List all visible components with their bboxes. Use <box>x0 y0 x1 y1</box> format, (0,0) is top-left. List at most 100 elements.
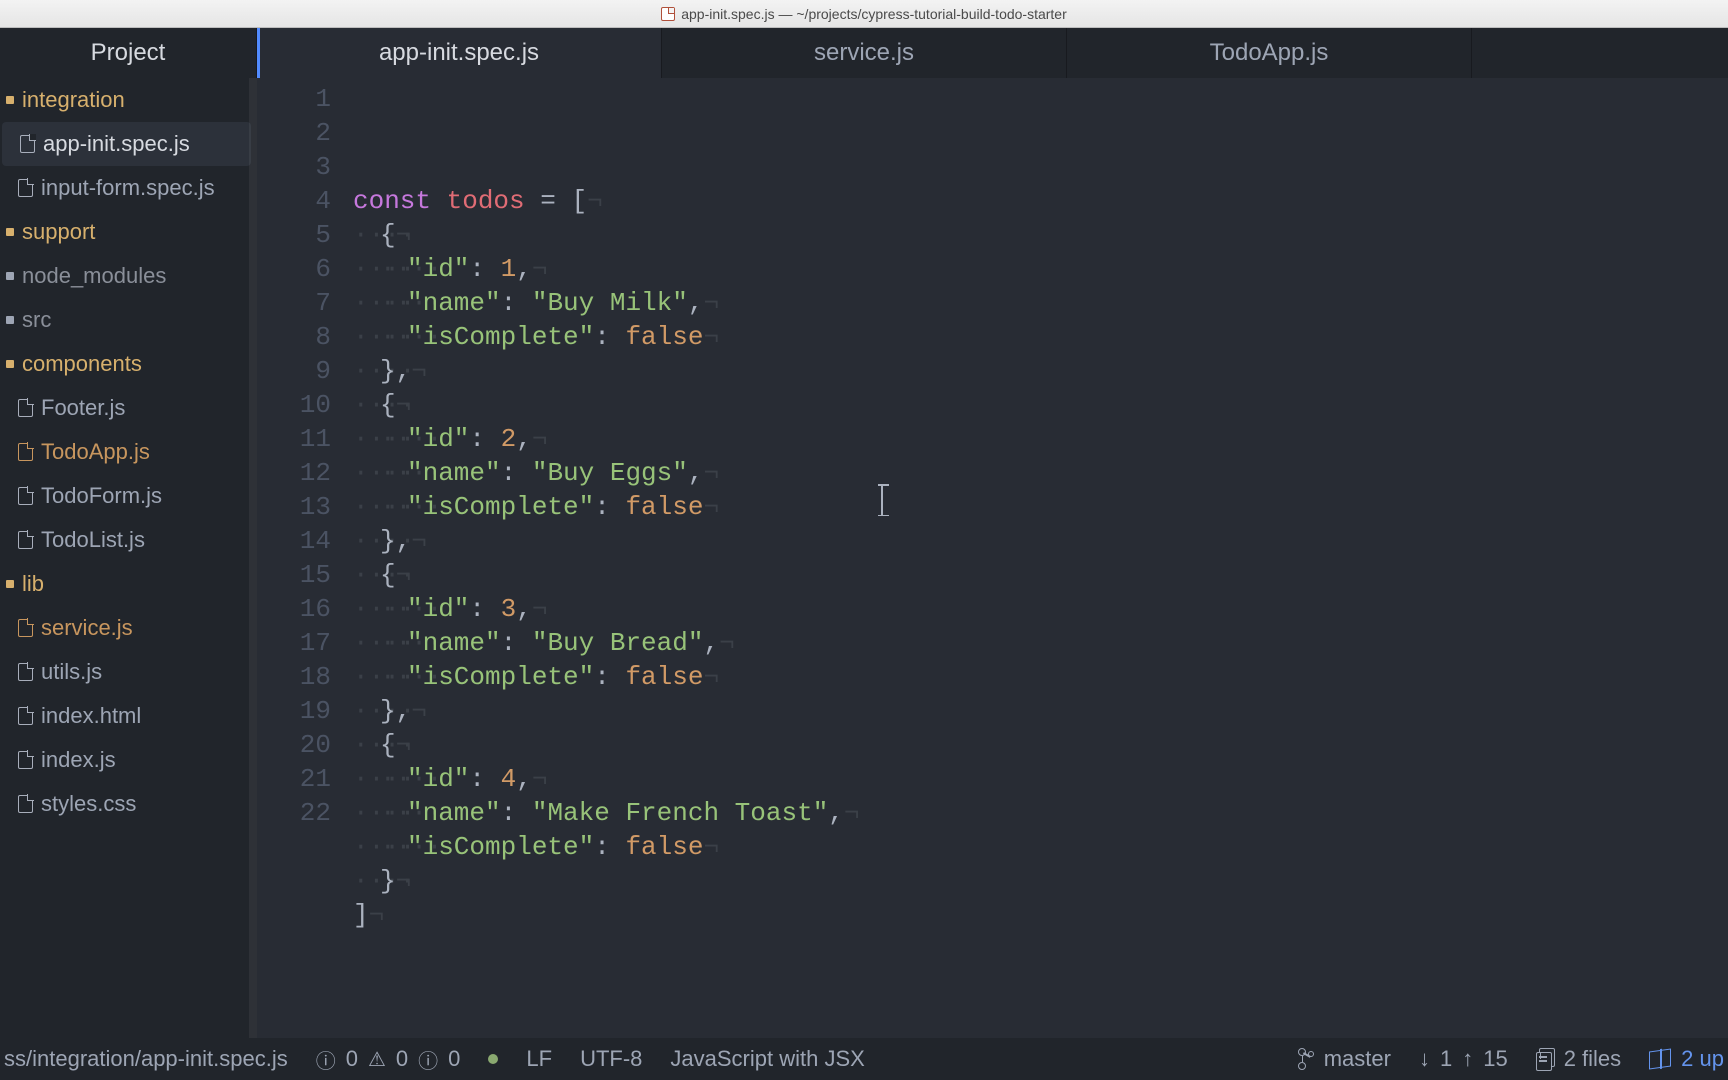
line-number: 16 <box>257 592 353 626</box>
tree-file[interactable]: TodoList.js <box>0 518 257 562</box>
project-panel-tab[interactable]: Project <box>0 28 257 78</box>
project-tree[interactable]: integration app-init.spec.js input-form.sp… <box>0 78 257 1038</box>
tree-item-label: src <box>22 307 51 333</box>
file-icon <box>18 751 33 769</box>
line-number: 6 <box>257 252 353 286</box>
line-number: 2 <box>257 116 353 150</box>
code-editor[interactable]: 12345678910111213141516171819202122 cons… <box>257 78 1728 1038</box>
file-icon <box>18 399 33 417</box>
arrow-up-icon: ↑ <box>1462 1046 1473 1072</box>
tree-file[interactable]: app-init.spec.js <box>2 122 251 166</box>
code-line[interactable]: ····}¬ <box>353 864 860 898</box>
tree-file[interactable]: utils.js <box>0 650 257 694</box>
line-number: 15 <box>257 558 353 592</box>
status-path[interactable]: ss/integration/app-init.spec.js <box>4 1046 288 1072</box>
code-content[interactable]: const todos = [¬····{¬········"id": 1,¬·… <box>353 78 860 1038</box>
folder-icon <box>6 316 14 324</box>
tree-item-label: app-init.spec.js <box>43 131 190 157</box>
code-line[interactable]: ········"isComplete": false¬ <box>353 660 860 694</box>
tree-item-label: TodoForm.js <box>41 483 162 509</box>
tree-file[interactable]: Footer.js <box>0 386 257 430</box>
tab-app-init-spec[interactable]: app-init.spec.js <box>257 28 662 78</box>
tree-file[interactable]: index.js <box>0 738 257 782</box>
code-line[interactable]: ········"isComplete": false¬ <box>353 320 860 354</box>
line-number: 21 <box>257 762 353 796</box>
line-number: 18 <box>257 660 353 694</box>
status-path-text: ss/integration/app-init.spec.js <box>4 1046 288 1072</box>
status-line-ending[interactable]: LF <box>526 1046 552 1072</box>
line-number: 9 <box>257 354 353 388</box>
window-title: app-init.spec.js — ~/projects/cypress-tu… <box>681 6 1067 22</box>
tree-folder[interactable]: support <box>0 210 257 254</box>
code-line[interactable]: ········"id": 2,¬ <box>353 422 860 456</box>
tree-folder[interactable]: lib <box>0 562 257 606</box>
tree-file[interactable]: input-form.spec.js <box>0 166 257 210</box>
code-line[interactable]: ········"name": "Buy Eggs",¬ <box>353 456 860 490</box>
code-line[interactable]: ····},¬ <box>353 354 860 388</box>
tree-folder[interactable]: integration <box>0 78 257 122</box>
line-number: 19 <box>257 694 353 728</box>
status-branch-name: master <box>1324 1046 1391 1072</box>
tree-file[interactable]: styles.css <box>0 782 257 826</box>
workspace: integration app-init.spec.js input-form.sp… <box>0 78 1728 1038</box>
code-line[interactable]: ····{¬ <box>353 218 860 252</box>
clean-dot-icon <box>488 1054 498 1064</box>
folder-icon <box>6 96 14 104</box>
code-line[interactable]: ········"name": "Make French Toast",¬ <box>353 796 860 830</box>
status-encoding-text: UTF-8 <box>580 1046 642 1072</box>
file-icon <box>18 487 33 505</box>
file-icon <box>18 663 33 681</box>
code-line[interactable]: ····},¬ <box>353 524 860 558</box>
file-icon <box>18 179 33 197</box>
text-cursor-icon <box>881 484 883 516</box>
tree-folder[interactable]: node_modules <box>0 254 257 298</box>
code-line[interactable]: ········"name": "Buy Bread",¬ <box>353 626 860 660</box>
files-icon <box>1536 1048 1554 1070</box>
tree-file[interactable]: index.html <box>0 694 257 738</box>
code-line[interactable]: ····{¬ <box>353 558 860 592</box>
code-line[interactable]: ········"isComplete": false¬ <box>353 830 860 864</box>
status-changed-files[interactable]: 2 files <box>1536 1046 1621 1072</box>
status-info: 0 <box>448 1046 460 1072</box>
arrow-down-icon: ↓ <box>1419 1046 1430 1072</box>
tree-item-label: input-form.spec.js <box>41 175 215 201</box>
code-line[interactable]: ········"id": 1,¬ <box>353 252 860 286</box>
tree-item-label: service.js <box>41 615 133 641</box>
status-diagnostics[interactable]: ⓘ 0 ⚠ 0 ⓘ 0 <box>316 1045 461 1074</box>
code-line[interactable]: ]¬ <box>353 898 860 932</box>
tree-file[interactable]: service.js <box>0 606 257 650</box>
status-updates[interactable]: 2 up <box>1649 1046 1724 1072</box>
code-line[interactable]: ····},¬ <box>353 694 860 728</box>
code-line[interactable]: ········"id": 3,¬ <box>353 592 860 626</box>
tree-item-label: styles.css <box>41 791 136 817</box>
folder-icon <box>6 228 14 236</box>
tree-folder[interactable]: src <box>0 298 257 342</box>
status-bar: ss/integration/app-init.spec.js ⓘ 0 ⚠ 0 … <box>0 1038 1728 1080</box>
status-git-ahead-behind[interactable]: ↓ 1 ↑ 15 <box>1419 1046 1508 1072</box>
tree-item-label: index.js <box>41 747 116 773</box>
code-line[interactable]: ········"name": "Buy Milk",¬ <box>353 286 860 320</box>
info-icon: ⓘ <box>418 1045 438 1074</box>
tree-folder[interactable]: components <box>0 342 257 386</box>
status-warnings: 0 <box>396 1046 408 1072</box>
line-number: 3 <box>257 150 353 184</box>
status-encoding[interactable]: UTF-8 <box>580 1046 642 1072</box>
code-line[interactable]: ········"id": 4,¬ <box>353 762 860 796</box>
file-icon <box>20 135 35 153</box>
line-number: 17 <box>257 626 353 660</box>
package-icon <box>1649 1048 1671 1069</box>
project-panel-label: Project <box>91 39 166 67</box>
code-line[interactable]: ········"isComplete": false¬ <box>353 490 860 524</box>
code-line[interactable]: ····{¬ <box>353 728 860 762</box>
tree-file[interactable]: TodoApp.js <box>0 430 257 474</box>
status-git-branch[interactable]: master <box>1298 1046 1391 1072</box>
code-line[interactable]: ····{¬ <box>353 388 860 422</box>
tree-file[interactable]: TodoForm.js <box>0 474 257 518</box>
tree-item-label: TodoList.js <box>41 527 145 553</box>
tree-item-label: utils.js <box>41 659 102 685</box>
tab-todoapp-js[interactable]: TodoApp.js <box>1067 28 1472 78</box>
tab-service-js[interactable]: service.js <box>662 28 1067 78</box>
folder-icon <box>6 360 14 368</box>
code-line[interactable]: const todos = [¬ <box>353 184 860 218</box>
status-grammar[interactable]: JavaScript with JSX <box>670 1046 864 1072</box>
